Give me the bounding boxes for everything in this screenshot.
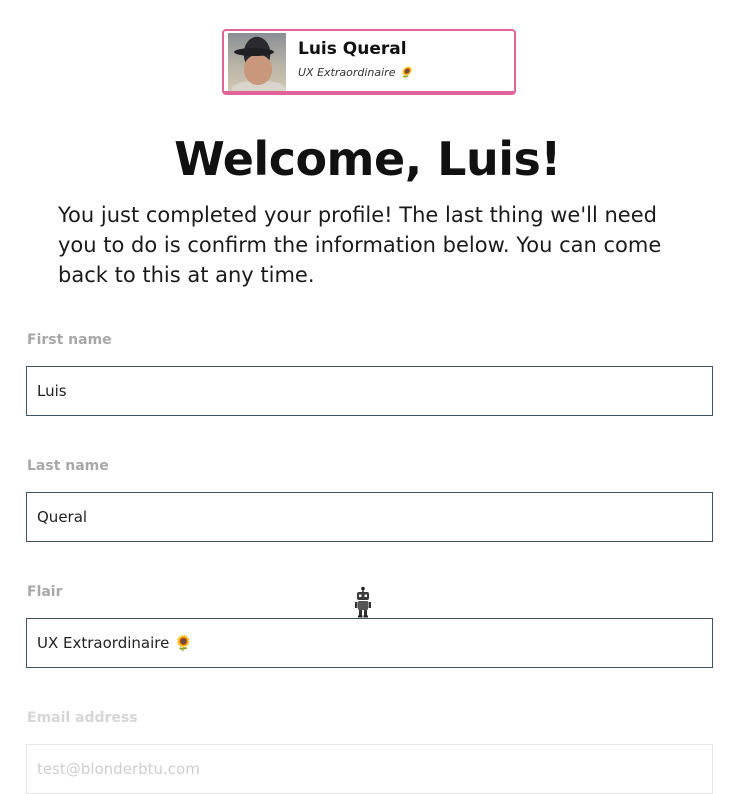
- email-label: Email address: [27, 710, 138, 726]
- robot-icon: [355, 586, 371, 618]
- first-name-label: First name: [27, 332, 112, 348]
- profile-card[interactable]: Luis Queral UX Extraordinaire 🌻: [222, 29, 516, 95]
- flair-field[interactable]: [26, 618, 713, 668]
- intro-text: You just completed your profile! The las…: [58, 203, 662, 287]
- flair-label: Flair: [27, 584, 63, 600]
- last-name-label: Last name: [27, 458, 109, 474]
- profile-name: Luis Queral: [298, 39, 407, 59]
- first-name-field[interactable]: [26, 366, 713, 416]
- avatar: [228, 33, 286, 91]
- email-field[interactable]: [26, 744, 713, 794]
- page-title: Welcome, Luis!: [174, 132, 561, 186]
- last-name-field[interactable]: [26, 492, 713, 542]
- profile-flair: UX Extraordinaire 🌻: [298, 66, 413, 79]
